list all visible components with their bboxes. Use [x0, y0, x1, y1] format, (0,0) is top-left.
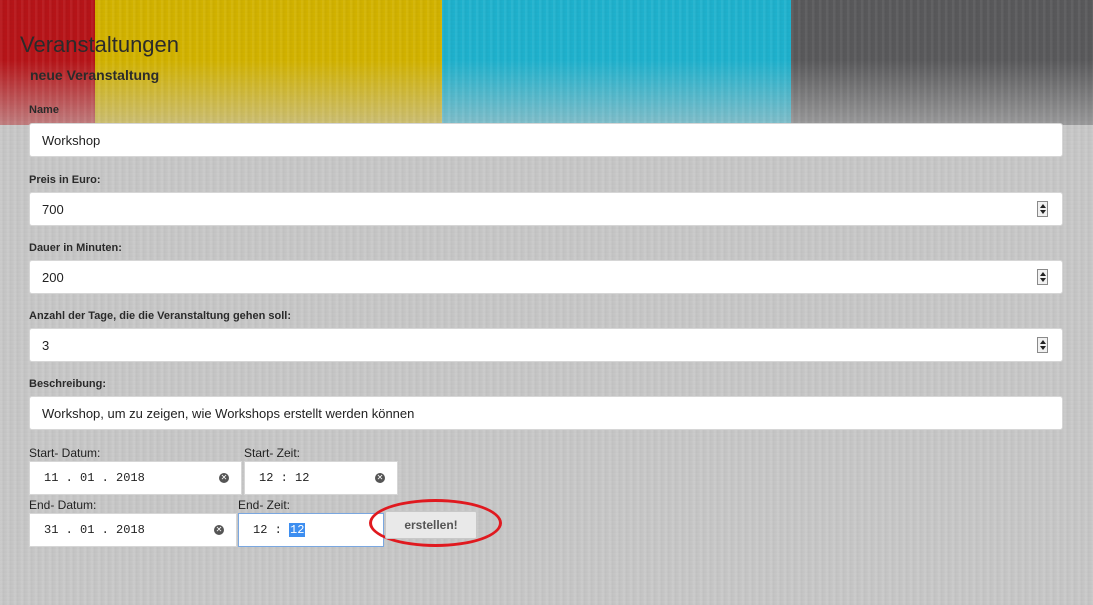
duration-spinner-icon[interactable] — [1037, 269, 1048, 285]
event-form-page: Veranstaltungen neue Veranstaltung Name … — [0, 0, 1093, 605]
clear-icon[interactable]: ✕ — [219, 473, 229, 483]
end-time-label: End- Zeit: — [238, 498, 291, 512]
description-input[interactable]: Workshop, um zu zeigen, wie Workshops er… — [29, 396, 1063, 430]
name-label: Name — [29, 104, 59, 116]
end-date-input[interactable]: 31 . 01 . 2018 ✕ — [29, 513, 237, 547]
end-time-minutes-selected[interactable]: 12 — [289, 523, 306, 537]
duration-label: Dauer in Minuten: — [29, 242, 122, 254]
page-title: Veranstaltungen — [20, 32, 180, 57]
start-date-label: Start- Datum: — [29, 446, 101, 460]
end-time-separator: : — [267, 523, 290, 537]
name-value: Workshop — [42, 132, 101, 148]
end-time-input[interactable]: 12 : 12 — [238, 513, 384, 547]
end-time-hours: 12 — [253, 523, 268, 537]
start-time-value: 12 : 12 — [259, 471, 310, 485]
submit-button[interactable]: erstellen! — [385, 511, 477, 539]
days-spinner-icon[interactable] — [1037, 337, 1048, 353]
end-date-value: 31 . 01 . 2018 — [44, 523, 145, 537]
price-value: 700 — [42, 201, 64, 217]
description-label: Beschreibung: — [29, 378, 107, 390]
days-label: Anzahl der Tage, die die Veranstaltung g… — [29, 310, 292, 322]
clear-icon[interactable]: ✕ — [214, 525, 224, 535]
section-title: neue Veranstaltung — [30, 67, 160, 83]
start-date-value: 11 . 01 . 2018 — [44, 471, 145, 485]
start-date-input[interactable]: 11 . 01 . 2018 ✕ — [29, 461, 242, 495]
start-time-input[interactable]: 12 : 12 ✕ — [244, 461, 398, 495]
end-date-label: End- Datum: — [29, 498, 97, 512]
duration-value: 200 — [42, 269, 64, 285]
price-spinner-icon[interactable] — [1037, 201, 1048, 217]
duration-input[interactable]: 200 — [29, 260, 1063, 294]
name-input[interactable]: Workshop — [29, 123, 1063, 157]
price-input[interactable]: 700 — [29, 192, 1063, 226]
price-label: Preis in Euro: — [29, 174, 101, 186]
description-value: Workshop, um zu zeigen, wie Workshops er… — [42, 405, 415, 421]
days-input[interactable]: 3 — [29, 328, 1063, 362]
start-time-label: Start- Zeit: — [244, 446, 301, 460]
clear-icon[interactable]: ✕ — [375, 473, 385, 483]
days-value: 3 — [42, 337, 50, 353]
